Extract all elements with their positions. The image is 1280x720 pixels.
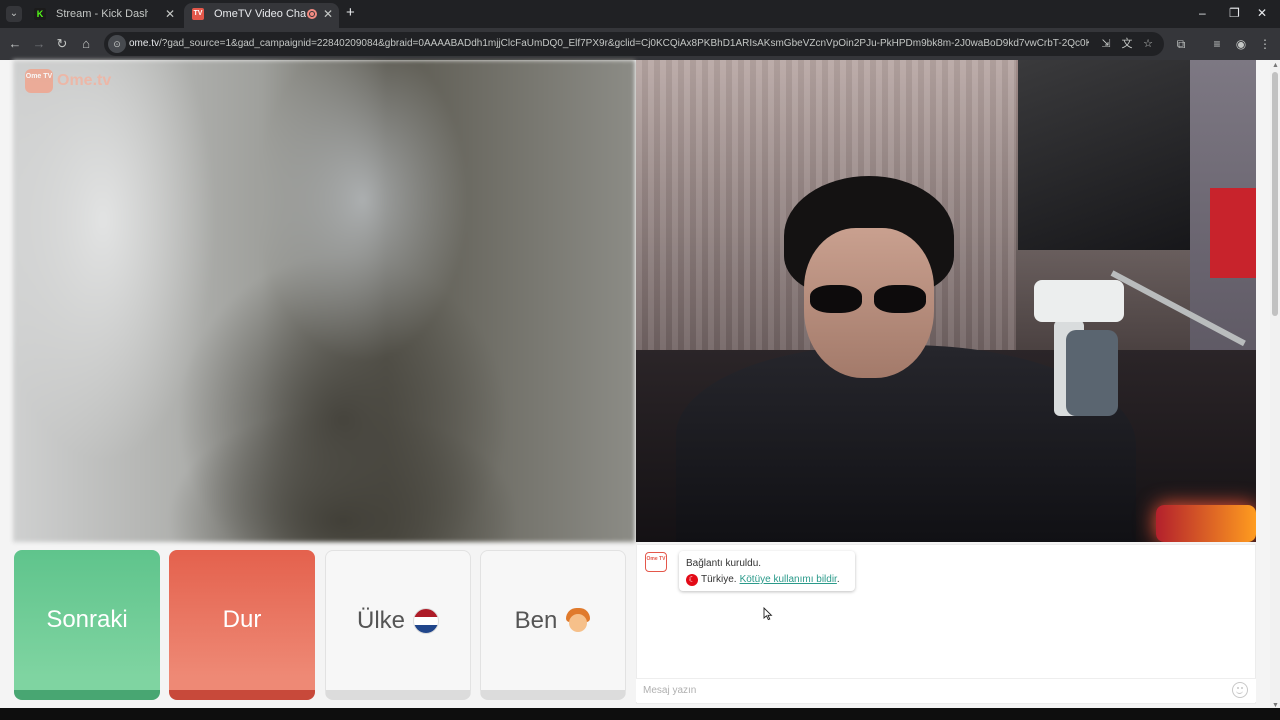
video-sunglasses xyxy=(806,285,936,315)
site-info-icon[interactable]: ⊙ xyxy=(108,35,126,53)
ometv-logo-text: Ome.tv xyxy=(57,72,112,89)
stranger-country: Türkiye. xyxy=(701,574,737,585)
tab-search-chevron-icon[interactable]: ⌄ xyxy=(6,6,22,22)
translate-icon[interactable]: 文 xyxy=(1119,36,1135,52)
url-text[interactable]: ome.tv/?gad_source=1&gad_campaignid=2284… xyxy=(129,32,1089,56)
extensions-puzzle-icon[interactable]: ⧉ xyxy=(1172,35,1190,53)
tab-close-icon[interactable]: ✕ xyxy=(165,3,175,25)
tab-title: Stream - Kick Dashboard xyxy=(56,8,148,20)
netherlands-flag-icon xyxy=(413,607,439,634)
video-rgb-keyboard xyxy=(1156,505,1256,542)
profile-avatar-icon[interactable]: ◉ xyxy=(1232,35,1250,53)
stranger-video xyxy=(13,60,635,542)
browser-tabstrip: ⌄ K Stream - Kick Dashboard ✕ TV OmeTV V… xyxy=(0,0,1280,28)
kick-icon: K xyxy=(34,8,46,20)
forward-arrow-icon[interactable]: → xyxy=(30,35,48,53)
back-arrow-icon[interactable]: ← xyxy=(6,35,24,53)
mouse-cursor-icon xyxy=(763,607,773,621)
scroll-up-arrow-icon[interactable]: ▲ xyxy=(1272,62,1279,69)
mic-barrel xyxy=(1066,330,1118,416)
report-suffix: . xyxy=(836,574,840,585)
new-tab-plus-icon[interactable]: + xyxy=(346,5,355,21)
country-select-button[interactable]: Ülke xyxy=(325,550,471,700)
window-close-icon[interactable]: ✕ xyxy=(1257,5,1267,21)
tab-close-icon[interactable]: ✕ xyxy=(323,3,333,25)
scrollbar-thumb[interactable] xyxy=(1272,72,1278,316)
self-webcam-video xyxy=(636,60,1256,542)
next-button-label: Sonraki xyxy=(46,606,128,633)
ometv-logo: Ome TV Ome.tv xyxy=(25,69,111,93)
stranger-country-line: ☾ Türkiye. Kötüye kullanımı bildir. xyxy=(686,572,848,588)
video-microphone xyxy=(1024,280,1132,416)
bottom-edge xyxy=(0,708,1280,720)
boy-avatar-icon xyxy=(565,607,591,634)
install-app-icon[interactable]: ⇲ xyxy=(1098,36,1114,52)
recording-indicator-icon xyxy=(307,9,317,19)
tab-ometv[interactable]: TV OmeTV Video Chat — Ome ✕ xyxy=(184,3,339,28)
video-red-sign xyxy=(1210,188,1256,278)
connected-message: Bağlantı kuruldu. xyxy=(686,558,762,569)
minimize-icon[interactable]: – xyxy=(1199,5,1206,21)
system-message-bubble: Bağlantı kuruldu. ☾ Türkiye. Kötüye kull… xyxy=(679,551,855,591)
ometv-logo-icon: Ome TV xyxy=(25,69,53,93)
bookmark-star-icon[interactable]: ☆ xyxy=(1140,36,1156,52)
country-button-label: Ülke xyxy=(356,606,405,634)
browser-toolbar: ← → ↻ ⌂ ⊙ ome.tv/?gad_source=1&gad_campa… xyxy=(0,28,1280,60)
home-icon[interactable]: ⌂ xyxy=(77,35,95,53)
tab-title: OmeTV Video Chat — Ome xyxy=(214,8,306,20)
ometv-icon: TV xyxy=(192,8,204,20)
report-abuse-link[interactable]: Kötüye kullanımı bildir xyxy=(740,574,837,585)
me-button-label: Ben xyxy=(514,606,558,634)
emoji-smiley-icon[interactable] xyxy=(1232,682,1248,698)
ometv-chat-logo-icon: Ome TV xyxy=(645,552,667,572)
stop-button-label: Dur xyxy=(222,606,262,633)
stop-button[interactable]: Dur xyxy=(169,550,315,700)
reload-icon[interactable]: ↻ xyxy=(53,35,71,53)
next-button[interactable]: Sonraki xyxy=(14,550,160,700)
video-wall-poster xyxy=(1018,60,1190,250)
turkey-flag-icon: ☾ xyxy=(686,574,698,586)
menu-kebab-icon[interactable]: ⋮ xyxy=(1256,35,1274,53)
tab-kick-dashboard[interactable]: K Stream - Kick Dashboard ✕ xyxy=(26,3,181,28)
media-controls-icon[interactable]: ≡ xyxy=(1208,35,1226,53)
message-input[interactable] xyxy=(636,678,1256,702)
address-bar[interactable]: ⊙ ome.tv/?gad_source=1&gad_campaignid=22… xyxy=(104,32,1164,56)
avatar-face xyxy=(569,613,588,632)
gender-select-button[interactable]: Ben xyxy=(480,550,626,700)
restore-icon[interactable]: ❐ xyxy=(1229,5,1240,21)
mic-cap xyxy=(1034,280,1124,322)
